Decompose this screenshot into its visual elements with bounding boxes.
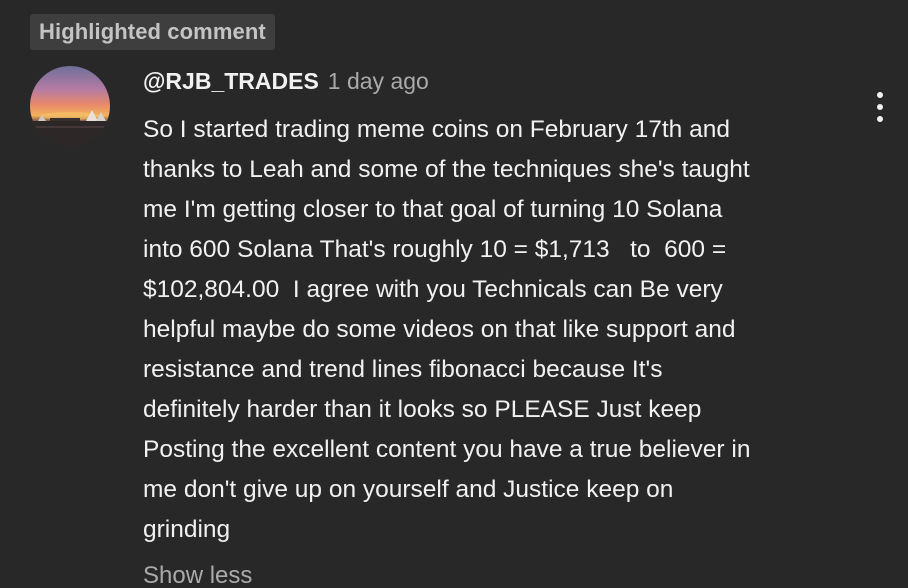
highlighted-comment-label: Highlighted comment: [39, 19, 266, 44]
comment-text-line: definitely harder than it looks so PLEAS…: [143, 396, 702, 423]
comment-header: @RJB_TRADES 1 day ago: [143, 68, 429, 102]
comment-text-line: So I started trading meme coins on Febru…: [143, 116, 730, 143]
more-vert-icon[interactable]: [864, 88, 896, 126]
comment-text-line: thanks to Leah and some of the technique…: [143, 156, 750, 183]
highlighted-comment-badge: Highlighted comment: [30, 14, 275, 50]
comment-text-line: resistance and trend lines fibonacci bec…: [143, 356, 663, 383]
comment-text-line: me I'm getting closer to that goal of tu…: [143, 196, 723, 223]
comment-text: So I started trading meme coins on Febru…: [143, 110, 863, 550]
comment-text-line: me don't give up on yourself and Justice…: [143, 476, 674, 503]
menu-dot: [877, 116, 883, 122]
menu-dot: [877, 92, 883, 98]
comment-text-line: helpful maybe do some videos on that lik…: [143, 316, 736, 343]
comment-text-line: into 600 Solana That's roughly 10 = $1,7…: [143, 236, 727, 263]
comment-panel: Highlighted comment @RJB_TRADES 1 day ag…: [0, 0, 908, 588]
comment-author[interactable]: @RJB_TRADES: [143, 68, 319, 95]
show-less-button[interactable]: Show less: [143, 558, 252, 588]
comment-text-line: Posting the excellent content you have a…: [143, 436, 751, 463]
comment-text-line: grinding: [143, 516, 231, 543]
comment-timestamp[interactable]: 1 day ago: [328, 68, 429, 95]
sunset-avatar-image: [30, 66, 110, 146]
menu-dot: [877, 104, 883, 110]
avatar[interactable]: [30, 66, 110, 146]
comment-text-line: $102,804.00 I agree with you Technicals …: [143, 276, 723, 303]
